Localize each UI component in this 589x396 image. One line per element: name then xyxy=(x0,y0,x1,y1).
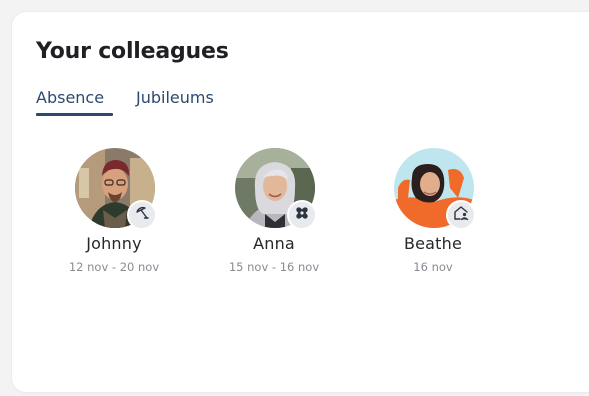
card-title: Your colleagues xyxy=(36,39,229,64)
avatar-container xyxy=(235,148,317,230)
colleague-card-johnny[interactable]: Johnny 12 nov - 20 nov xyxy=(54,148,174,288)
colleague-card-beathe[interactable]: Beathe 16 nov xyxy=(373,148,493,288)
absence-status-badge xyxy=(127,200,157,230)
bandage-icon xyxy=(294,205,310,225)
absence-dates: 15 nov - 16 nov xyxy=(228,260,320,274)
beach-umbrella-icon xyxy=(134,205,150,225)
colleagues-card: Your colleagues Absence Jubileums Johnny… xyxy=(12,12,589,392)
absence-dates: 16 nov xyxy=(413,260,453,274)
tab-jubileums[interactable]: Jubileums xyxy=(136,88,214,107)
colleague-name: Beathe xyxy=(403,234,463,253)
absence-status-badge xyxy=(287,200,317,230)
absence-dates: 12 nov - 20 nov xyxy=(68,260,160,274)
colleague-name: Anna xyxy=(253,234,295,253)
avatar-container xyxy=(394,148,476,230)
colleague-name: Johnny xyxy=(86,234,142,253)
absence-status-badge xyxy=(446,200,476,230)
active-tab-indicator xyxy=(36,113,113,116)
tab-absence[interactable]: Absence xyxy=(36,88,104,107)
avatar-container xyxy=(75,148,157,230)
colleague-card-anna[interactable]: Anna 15 nov - 16 nov xyxy=(214,148,334,288)
home-office-icon xyxy=(453,205,469,225)
